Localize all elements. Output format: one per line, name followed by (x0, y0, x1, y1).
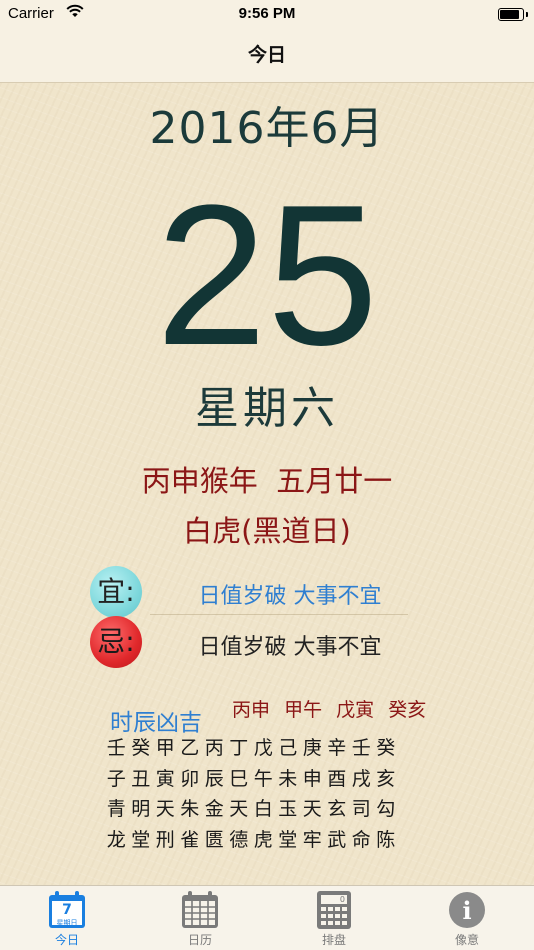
tab-bar: 7 星期日 今日 日历 0 排盘 i 像意 (0, 885, 534, 950)
ganzhi-hour: 癸亥 (388, 699, 427, 721)
today-calendar-icon: 7 星期日 (47, 890, 87, 930)
lunar-date: 丙申猴年 五月廿一 (141, 464, 393, 498)
shichen-cell: 白 (253, 798, 273, 820)
shichen-cell: 甲 (155, 737, 175, 759)
shichen-cell: 乙 (180, 737, 200, 759)
info-icon-glyph: i (462, 896, 472, 925)
weekday: 星期六 (195, 383, 339, 434)
shichen-cell: 朱 (180, 798, 200, 820)
today-icon-sub: 星期日 (56, 919, 78, 927)
tab-about[interactable]: i 像意 (417, 886, 517, 950)
year-month: 2016年6月 (149, 103, 385, 154)
calculator-display-value: 0 (339, 895, 345, 904)
shichen-cell: 巳 (229, 767, 249, 790)
shichen-cell: 癸 (131, 737, 151, 759)
shichen-cell: 牢 (302, 828, 322, 851)
calendar-grid-icon (180, 890, 220, 930)
shichen-cell: 寅 (155, 767, 175, 790)
shichen-cell: 金 (204, 798, 224, 820)
shichen-cell: 勾 (376, 798, 396, 820)
shichen-cell: 酉 (327, 767, 347, 790)
tab-calendar[interactable]: 日历 (150, 886, 250, 950)
yi-badge: 宜: (90, 566, 142, 618)
shichen-grid: 壬癸甲乙丙丁戊己庚辛壬癸子丑寅卯辰巳午未申酉戌亥青明天朱金天白玉天玄司勾龙堂刑雀… (104, 733, 398, 855)
shichen-ganzhi: 丙申 甲午 戊寅 癸亥 (232, 695, 434, 722)
shichen-cell: 青 (106, 798, 126, 820)
tab-about-label: 像意 (454, 933, 479, 947)
shichen-cell: 陈 (376, 828, 396, 851)
shichen-cell: 刑 (155, 828, 175, 851)
shichen-cell: 天 (229, 798, 249, 820)
shichen-cell: 堂 (131, 828, 151, 851)
shichen-cell: 龙 (106, 828, 126, 851)
ji-text: 日值岁破 大事不宜 (198, 635, 382, 660)
shichen-cell: 命 (351, 828, 371, 851)
shichen-cell: 辛 (327, 737, 347, 759)
yi-text: 日值岁破 大事不宜 (198, 584, 382, 609)
shichen-cell: 丁 (229, 737, 249, 759)
shichen-cell: 癸 (376, 737, 396, 759)
shichen-cell: 武 (327, 828, 347, 851)
ganzhi-month: 甲午 (284, 699, 323, 721)
tab-today[interactable]: 7 星期日 今日 (17, 886, 117, 950)
tab-today-label: 今日 (54, 933, 79, 947)
shichen-cell: 申 (302, 767, 322, 790)
shichen-cell: 堂 (278, 828, 298, 851)
shichen-cell: 丙 (204, 737, 224, 759)
shichen-cell: 玄 (327, 798, 347, 820)
shichen-cell: 戌 (351, 767, 371, 790)
info-icon: i (447, 890, 487, 930)
shichen-cell: 德 (229, 828, 249, 851)
shichen-row: 龙堂刑雀匮德虎堂牢武命陈 (104, 825, 398, 856)
divider (150, 614, 408, 615)
ji-badge: 忌: (90, 616, 142, 668)
ganzhi-day: 戊寅 (336, 699, 375, 721)
status-bar: Carrier 9:56 PM (0, 0, 534, 30)
shichen-cell: 卯 (180, 767, 200, 790)
shichen-row: 青明天朱金天白玉天玄司勾 (104, 794, 398, 825)
shichen-cell: 司 (351, 798, 371, 820)
nav-title: 今日 (247, 44, 286, 66)
shichen-cell: 玉 (278, 798, 298, 820)
shichen-cell: 己 (278, 737, 298, 759)
shichen-row: 子丑寅卯辰巳午未申酉戌亥 (104, 764, 398, 795)
shichen-cell: 壬 (351, 737, 371, 759)
today-icon-day: 7 (62, 902, 72, 918)
shichen-cell: 虎 (253, 828, 273, 851)
shichen-cell: 戊 (253, 737, 273, 759)
shichen-cell: 未 (278, 767, 298, 790)
tab-chart-label: 排盘 (321, 933, 346, 947)
shichen-row: 壬癸甲乙丙丁戊己庚辛壬癸 (104, 733, 398, 764)
shichen-cell: 丑 (131, 767, 151, 790)
shichen-cell: 亥 (376, 767, 396, 790)
status-time: 9:56 PM (238, 5, 296, 22)
ganzhi-year: 丙申 (232, 699, 271, 721)
shichen-cell: 天 (155, 798, 175, 820)
shichen-cell: 辰 (204, 767, 224, 790)
shichen-cell: 雀 (180, 828, 200, 851)
day-number: 25 (155, 164, 379, 387)
shichen-cell: 明 (131, 798, 151, 820)
tab-chart[interactable]: 0 排盘 (284, 886, 384, 950)
shichen-title: 时辰凶吉 (110, 710, 202, 736)
calculator-icon: 0 (314, 890, 354, 930)
shichen-cell: 壬 (106, 737, 126, 759)
tab-calendar-label: 日历 (187, 933, 212, 947)
shichen-cell: 匮 (204, 828, 224, 851)
shichen-cell: 午 (253, 767, 273, 790)
shichen-cell: 天 (302, 798, 322, 820)
shichen-cell: 子 (106, 767, 126, 790)
shichen-cell: 庚 (302, 737, 322, 759)
day-deity: 白虎(黑道日) (183, 514, 351, 548)
battery-icon (498, 8, 528, 21)
